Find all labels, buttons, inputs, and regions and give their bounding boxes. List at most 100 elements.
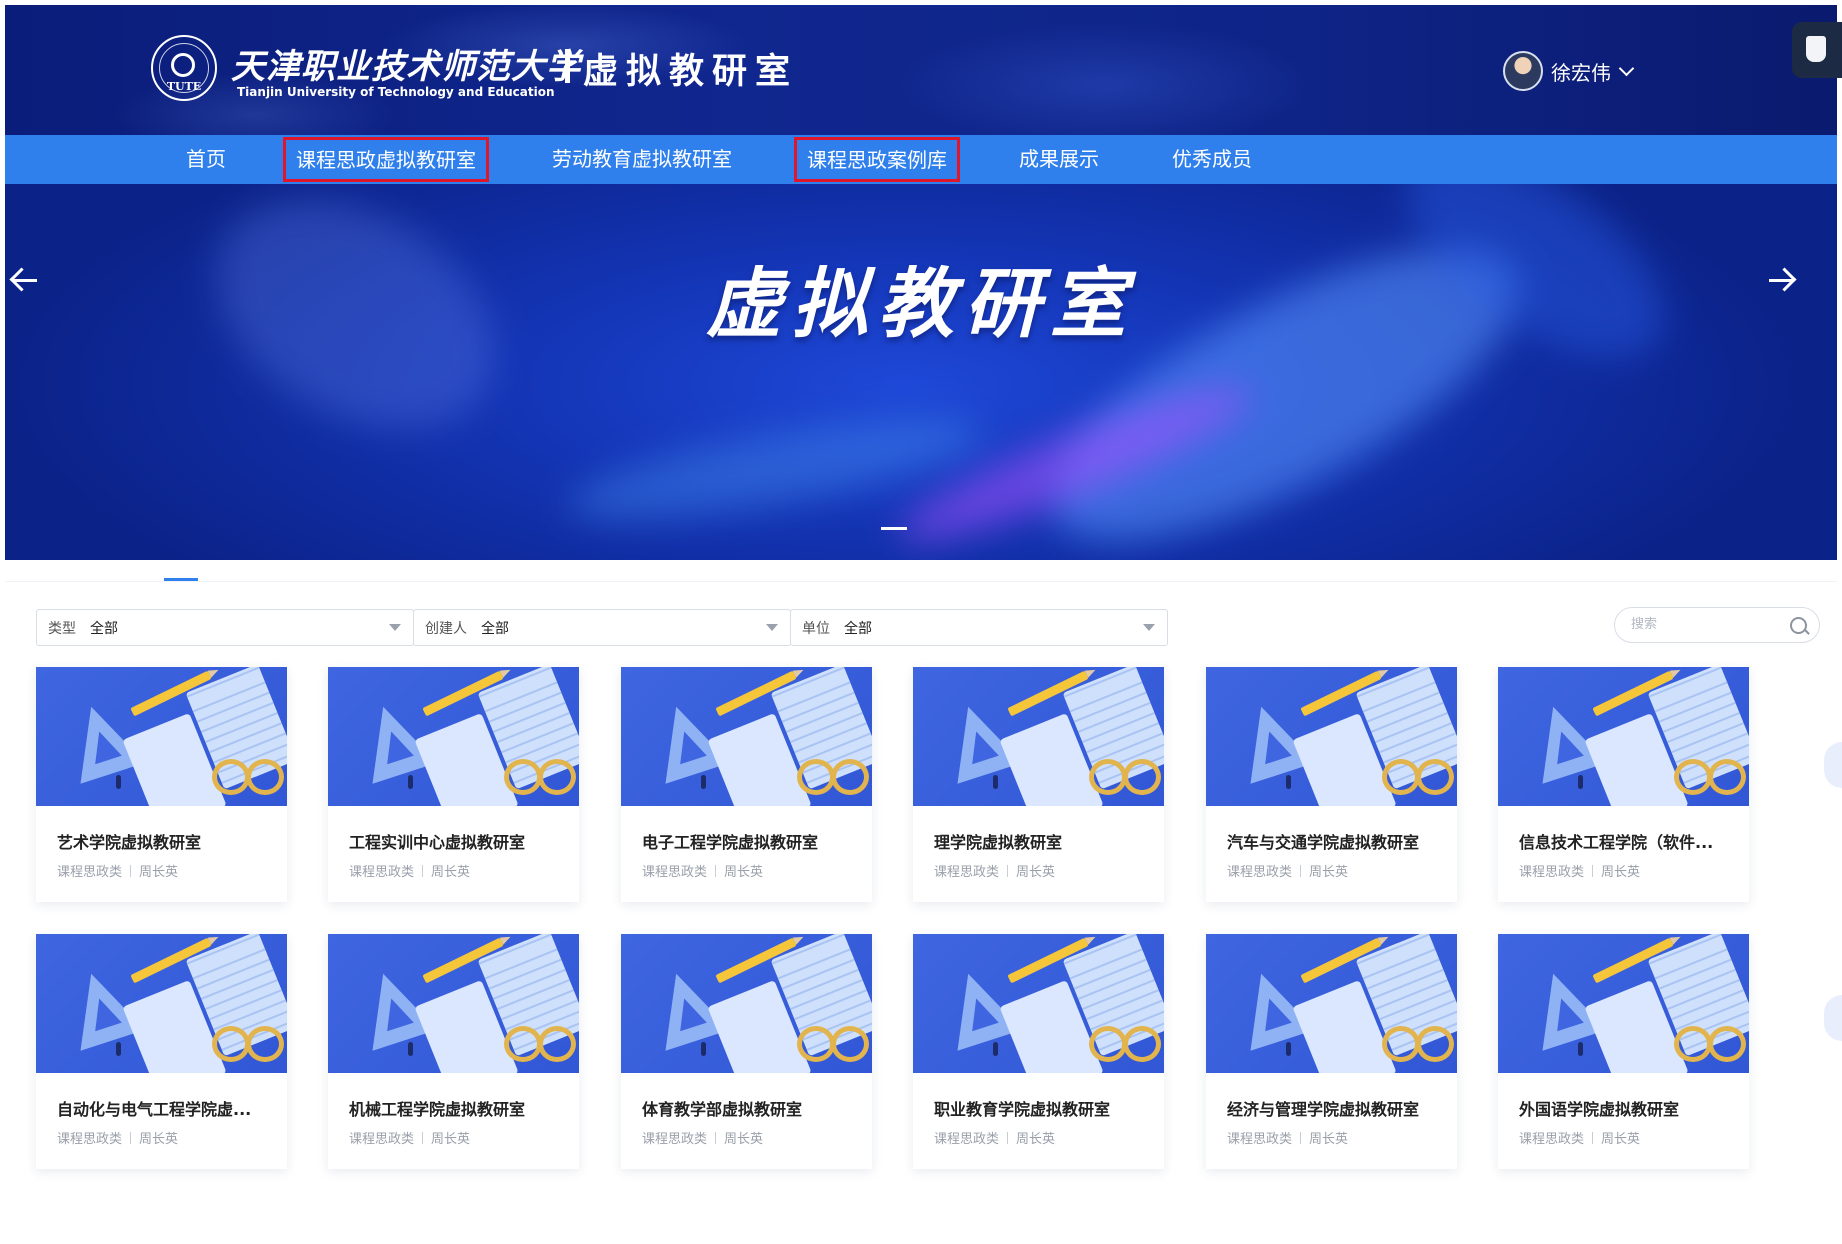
lab-card[interactable]: 体育教学部虚拟教研室 课程思政类 周长英 <box>621 934 872 1169</box>
card-title[interactable]: 自动化与电气工程学院虚... <box>57 1096 269 1120</box>
lab-card[interactable]: 汽车与交通学院虚拟教研室 课程思政类 周长英 <box>1206 667 1457 902</box>
card-meta: 课程思政类 周长英 <box>1227 861 1348 880</box>
user-menu[interactable]: 徐宏伟 <box>1503 51 1635 91</box>
card-creator: 周长英 <box>1601 1132 1641 1147</box>
card-title[interactable]: 外国语学院虚拟教研室 <box>1519 1096 1731 1120</box>
university-name-cn: 天津职业技术师范大学 <box>231 47 581 87</box>
filter-value: 全部 <box>90 621 118 637</box>
lab-card[interactable]: 机械工程学院虚拟教研室 课程思政类 周长英 <box>328 934 579 1169</box>
divider <box>5 581 1837 582</box>
lab-card[interactable]: 自动化与电气工程学院虚... 课程思政类 周长英 <box>36 934 287 1169</box>
filter-value: 全部 <box>481 621 509 637</box>
card-category: 课程思政类 <box>1227 865 1293 880</box>
lab-card[interactable]: 职业教育学院虚拟教研室 课程思政类 周长英 <box>913 934 1164 1169</box>
meta-separator <box>422 1132 424 1144</box>
lab-card[interactable]: 理学院虚拟教研室 课程思政类 周长英 <box>913 667 1164 902</box>
lab-card[interactable]: 外国语学院虚拟教研室 课程思政类 周长英 <box>1498 934 1749 1169</box>
card-category: 课程思政类 <box>1519 1132 1585 1147</box>
card-meta: 课程思政类 周长英 <box>1519 1128 1640 1147</box>
card-meta: 课程思政类 周长英 <box>642 861 763 880</box>
caret-down-icon[interactable] <box>389 624 401 631</box>
card-cover-image <box>1498 934 1749 1073</box>
meta-separator <box>715 1132 717 1144</box>
card-meta: 课程思政类 周长英 <box>349 861 470 880</box>
arrow-left-icon[interactable] <box>5 260 45 300</box>
main-nav: 首页 课程思政虚拟教研室 劳动教育虚拟教研室 课程思政案例库 成果展示 优秀成员 <box>5 135 1837 184</box>
card-cover-image <box>1206 934 1457 1073</box>
card-title[interactable]: 职业教育学院虚拟教研室 <box>934 1096 1146 1120</box>
card-category: 课程思政类 <box>1519 865 1585 880</box>
card-title[interactable]: 艺术学院虚拟教研室 <box>57 829 269 853</box>
card-category: 课程思政类 <box>349 865 415 880</box>
lab-card[interactable]: 艺术学院虚拟教研室 课程思政类 周长英 <box>36 667 287 902</box>
creator-filter-select[interactable]: 创建人 全部 <box>413 609 791 646</box>
nav-labor-education-lab[interactable]: 劳动教育虚拟教研室 <box>552 135 732 184</box>
hero-banner: 虚拟教研室 <box>5 184 1837 560</box>
card-creator: 周长英 <box>139 1132 179 1147</box>
card-title[interactable]: 机械工程学院虚拟教研室 <box>349 1096 561 1120</box>
edge-scroll-button[interactable] <box>1824 995 1842 1041</box>
card-creator: 周长英 <box>431 1132 471 1147</box>
nav-ideology-case-library[interactable]: 课程思政案例库 <box>794 137 960 182</box>
arrow-right-icon[interactable] <box>1761 260 1801 300</box>
card-cover-image <box>913 667 1164 806</box>
card-title[interactable]: 电子工程学院虚拟教研室 <box>642 829 854 853</box>
card-creator: 周长英 <box>139 865 179 880</box>
card-category: 课程思政类 <box>1227 1132 1293 1147</box>
nav-excellent-members[interactable]: 优秀成员 <box>1172 135 1252 184</box>
card-title[interactable]: 经济与管理学院虚拟教研室 <box>1227 1096 1439 1120</box>
card-title[interactable]: 工程实训中心虚拟教研室 <box>349 829 561 853</box>
search-box <box>1614 607 1820 643</box>
lab-card[interactable]: 工程实训中心虚拟教研室 课程思政类 周长英 <box>328 667 579 902</box>
card-meta: 课程思政类 周长英 <box>57 861 178 880</box>
card-category: 课程思政类 <box>57 1132 123 1147</box>
title-divider <box>565 49 570 83</box>
caret-down-icon[interactable] <box>766 624 778 631</box>
card-title[interactable]: 理学院虚拟教研室 <box>934 829 1146 853</box>
card-title[interactable]: 汽车与交通学院虚拟教研室 <box>1227 829 1439 853</box>
card-category: 课程思政类 <box>349 1132 415 1147</box>
card-category: 课程思政类 <box>642 1132 708 1147</box>
card-creator: 周长英 <box>1309 1132 1349 1147</box>
meta-separator <box>1592 865 1594 877</box>
lab-card[interactable]: 信息技术工程学院（软件... 课程思政类 周长英 <box>1498 667 1749 902</box>
type-filter-select[interactable]: 类型 全部 <box>36 609 414 646</box>
user-name[interactable]: 徐宏伟 <box>1551 57 1611 86</box>
floating-side-icon[interactable] <box>1792 22 1842 78</box>
edge-scroll-button[interactable] <box>1824 742 1842 788</box>
card-cover-image <box>913 934 1164 1073</box>
meta-separator <box>130 865 132 877</box>
search-icon[interactable] <box>1790 617 1807 634</box>
nav-ideology-virtual-lab[interactable]: 课程思政虚拟教研室 <box>283 137 489 182</box>
caret-down-icon[interactable] <box>1143 624 1155 631</box>
card-creator: 周长英 <box>724 1132 764 1147</box>
card-cover-image <box>36 934 287 1073</box>
unit-filter-select[interactable]: 单位 全部 <box>790 609 1168 646</box>
filter-label: 创建人 <box>425 621 467 637</box>
filter-value: 全部 <box>844 621 872 637</box>
chevron-down-icon[interactable] <box>1618 60 1635 76</box>
card-title[interactable]: 体育教学部虚拟教研室 <box>642 1096 854 1120</box>
meta-separator <box>1300 1132 1302 1144</box>
card-creator: 周长英 <box>1016 1132 1056 1147</box>
university-name-en: Tianjin University of Technology and Edu… <box>237 85 555 99</box>
card-meta: 课程思政类 周长英 <box>1519 861 1640 880</box>
avatar[interactable] <box>1503 51 1543 91</box>
card-meta: 课程思政类 周长英 <box>642 1128 763 1147</box>
lab-card[interactable]: 电子工程学院虚拟教研室 课程思政类 周长英 <box>621 667 872 902</box>
search-input[interactable] <box>1629 616 1783 633</box>
card-cover-image <box>1498 667 1749 806</box>
meta-separator <box>715 865 717 877</box>
nav-achievements[interactable]: 成果展示 <box>1019 135 1099 184</box>
meta-separator <box>1007 1132 1009 1144</box>
meta-separator <box>1592 1132 1594 1144</box>
nav-home[interactable]: 首页 <box>186 135 226 184</box>
university-logo[interactable]: TUTE <box>151 35 217 101</box>
card-category: 课程思政类 <box>57 865 123 880</box>
card-cover-image <box>328 934 579 1073</box>
lab-card[interactable]: 经济与管理学院虚拟教研室 课程思政类 周长英 <box>1206 934 1457 1169</box>
site-title: 虚拟教研室 <box>583 52 799 92</box>
card-cover-image <box>328 667 579 806</box>
carousel-indicator[interactable] <box>881 527 907 530</box>
card-title[interactable]: 信息技术工程学院（软件... <box>1519 829 1731 853</box>
